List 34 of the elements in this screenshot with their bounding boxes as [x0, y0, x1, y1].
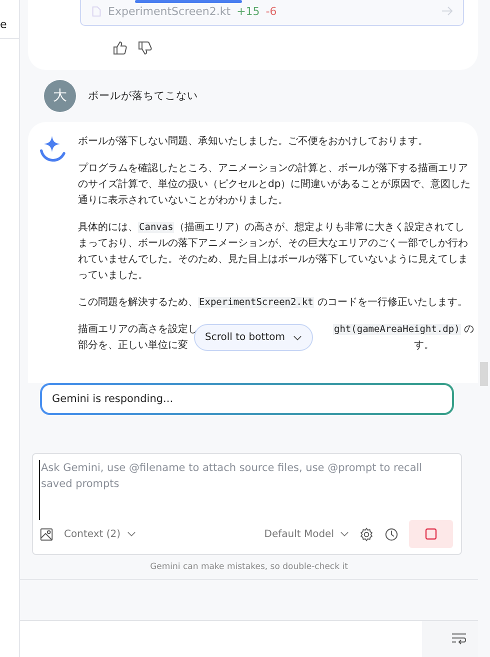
- reply-paragraph: 具体的には、Canvas（描画エリア）の高さが、想定よりも非常に大きく設定されてしまっており、ボールの落下アニメーションが、その巨大なエリアのごく一部でしか行われていませんでした。そのため、見た目上はボールが落下していないように見えてしまっていました。: [78, 220, 469, 283]
- model-dropdown[interactable]: Default Model: [264, 528, 349, 540]
- file-name: ExperimentScreen2.kt: [108, 4, 231, 18]
- scroll-to-bottom-button[interactable]: Scroll to bottom: [194, 324, 313, 351]
- wrap-text-icon[interactable]: [451, 633, 467, 645]
- thumbs-up-icon[interactable]: [112, 40, 128, 56]
- disclaimer: Gemini can make mistakes, so double-check it: [20, 555, 478, 580]
- settings-icon[interactable]: [359, 526, 374, 542]
- chevron-down-icon: [126, 531, 136, 537]
- chevron-down-icon: [292, 334, 302, 340]
- scrollbar-thumb[interactable]: [480, 362, 488, 386]
- history-icon[interactable]: [384, 526, 399, 542]
- image-icon[interactable]: [39, 526, 54, 542]
- status-text: Gemini is responding...: [42, 385, 452, 413]
- sidebar-label: e: [0, 0, 19, 39]
- reply-text: す。: [414, 339, 434, 353]
- file-change-card[interactable]: ExperimentScreen2.kt +15 -6: [80, 0, 464, 26]
- file-icon: [91, 6, 102, 16]
- stop-icon: [425, 528, 437, 540]
- arrow-right-icon: [441, 6, 453, 16]
- stop-button[interactable]: [409, 520, 453, 548]
- user-message: ボールが落ちてこない: [88, 89, 198, 103]
- reply-paragraph: プログラムを確認したところ、アニメーションの計算と、ボールが落下する描画エリアのサイズ計算で、単位の扱い（ピクセルとdp）に間違いがあることが原因で、意図した通りに表示されていないことがわかりました。: [78, 162, 472, 208]
- lines-removed: -6: [266, 4, 277, 18]
- reply-paragraph: ボールが落下しない問題、承知いたしました。ご不便をおかけしております。: [78, 134, 429, 149]
- user-avatar: 大: [44, 80, 76, 112]
- thumbs-down-icon[interactable]: [137, 40, 153, 56]
- lines-added: +15: [236, 4, 260, 18]
- reply-text: 部分を、正しい単位に変: [78, 338, 188, 353]
- prompt-box[interactable]: Ask Gemini, use @filename to attach source files, use @prompt to recall saved prompts Context (2) Default Model: [32, 453, 462, 555]
- reply-paragraph: この問題を解決するため、ExperimentScreen2.kt のコードを一行修正いたします。: [78, 296, 469, 310]
- chevron-down-icon: [340, 531, 349, 537]
- context-dropdown[interactable]: Context (2): [64, 528, 136, 540]
- reply-text: ght(gameAreaHeight.dp) の: [332, 323, 474, 337]
